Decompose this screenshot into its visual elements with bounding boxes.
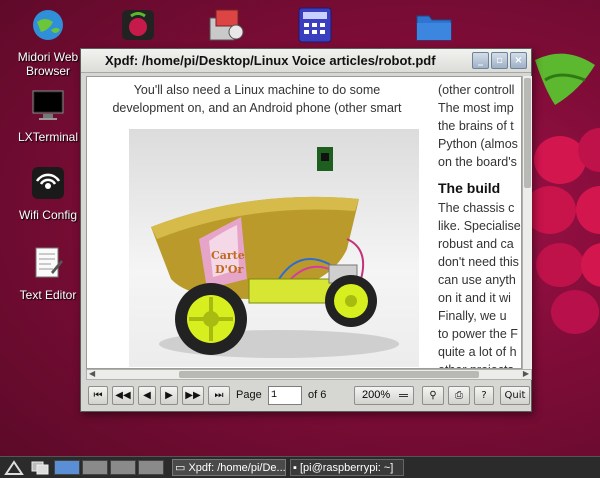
taskbar-terminal-label: [pi@raspberrypi: ~] xyxy=(299,462,394,474)
text-editor-icon xyxy=(35,247,63,278)
desktop-icon-midori[interactable]: Midori Web Browser xyxy=(8,8,88,78)
text-line: quite a lot of h xyxy=(438,345,517,359)
back-ten-pages-button[interactable]: ◀◀ xyxy=(112,386,134,405)
wifi-icon xyxy=(32,167,64,199)
text-line: other projects xyxy=(438,361,521,368)
terminal-icon xyxy=(32,90,64,120)
text-line: The chassis c xyxy=(438,201,515,215)
desktop-icon-wifi[interactable]: Wifi Config xyxy=(8,166,88,222)
dropdown-icon xyxy=(399,394,408,397)
xpdf-window[interactable]: Xpdf: /home/pi/Desktop/Linux Voice artic… xyxy=(80,48,532,412)
midori-browser-icon xyxy=(33,10,63,40)
pdf-viewport[interactable]: You'll also need a Linux machine to do s… xyxy=(86,76,522,369)
left-arrow-icon: ◀ xyxy=(143,390,151,401)
desktop-switcher-2[interactable] xyxy=(82,460,108,475)
vertical-scrollbar[interactable] xyxy=(522,76,532,369)
text-line: The most imp xyxy=(438,101,514,115)
printer-icon: ⎙ xyxy=(455,390,463,401)
taskbar-xpdf-label: Xpdf: /home/pi/De... xyxy=(188,462,286,474)
text-line: robust and ca xyxy=(438,237,514,251)
zoom-value: 200% xyxy=(362,389,391,401)
window-titlebar[interactable]: Xpdf: /home/pi/Desktop/Linux Voice artic… xyxy=(81,49,531,73)
text-line: on it and it wi xyxy=(438,291,511,305)
windows-icon xyxy=(31,461,49,475)
desktop-icon-lxterminal[interactable]: LXTerminal xyxy=(8,88,88,144)
quit-button[interactable]: Quit xyxy=(500,386,530,405)
double-right-arrow-icon: ▶▶ xyxy=(185,390,201,401)
vertical-scroll-thumb[interactable] xyxy=(524,78,531,188)
print-button[interactable]: ⎙ xyxy=(448,386,470,405)
menu-button[interactable] xyxy=(4,459,24,476)
right-arrow-icon: ▶ xyxy=(165,390,173,401)
svg-text:Carte: Carte xyxy=(211,249,245,262)
page-column-2: (other controll The most imp the brains … xyxy=(438,81,521,368)
taskbar-terminal[interactable]: ▪ [pi@raspberrypi: ~] xyxy=(290,459,404,476)
text-line: can use anyth xyxy=(438,273,516,287)
first-page-icon: ⏮ xyxy=(93,390,103,401)
first-page-button[interactable]: ⏮ xyxy=(88,386,108,405)
page-column-1: You'll also need a Linux machine to do s… xyxy=(87,81,427,117)
last-page-icon: ⏭ xyxy=(214,390,224,401)
xpdf-toolbar: ⏮ ◀◀ ◀ ▶ ▶▶ ⏭ Page 1 of 6 200% ⚲ ⎙ ? Qui… xyxy=(86,384,532,408)
package-manager-icon[interactable] xyxy=(206,6,246,44)
text-line: Python (almos xyxy=(438,137,518,151)
zoom-select[interactable]: 200% xyxy=(354,386,414,405)
desktop-switcher-3[interactable] xyxy=(110,460,136,475)
next-page-button[interactable]: ▶ xyxy=(160,386,178,405)
text-line: on the board's xyxy=(438,155,517,169)
section-heading: The build xyxy=(438,180,501,196)
page-label: Page xyxy=(236,389,262,401)
page-number-input[interactable]: 1 xyxy=(268,386,302,405)
scroll-right-arrow-icon[interactable]: ▶ xyxy=(523,369,529,378)
about-button[interactable]: ? xyxy=(474,386,494,405)
robot-photo: Carte D'Or xyxy=(129,129,419,367)
wifi-label: Wifi Config xyxy=(18,208,77,222)
window-title: Xpdf: /home/pi/Desktop/Linux Voice artic… xyxy=(105,53,436,68)
text-editor-label: Text Editor xyxy=(19,288,77,302)
find-button[interactable]: ⚲ xyxy=(422,386,444,405)
text-line: (other controll xyxy=(438,83,515,97)
binoculars-icon: ⚲ xyxy=(429,390,437,401)
raspberry-pi-store-icon[interactable] xyxy=(118,6,158,44)
desktop-switcher-4[interactable] xyxy=(138,460,164,475)
text-line: to power the F xyxy=(438,327,518,341)
minimize-button[interactable]: _ xyxy=(472,52,489,69)
midori-label-line2: Browser xyxy=(25,64,70,78)
desktop-icon-text-editor[interactable]: Text Editor xyxy=(8,246,88,302)
raspberry-menu-icon xyxy=(4,460,24,475)
text-line: You'll also need a Linux machine to do s… xyxy=(133,83,381,97)
text-line: like. Specialise xyxy=(438,219,521,233)
text-line: Finally, we u xyxy=(438,309,507,323)
desktop-switcher-1[interactable] xyxy=(54,460,80,475)
horizontal-scrollbar[interactable]: ◀ ▶ xyxy=(86,369,532,380)
close-button[interactable]: × xyxy=(510,52,527,69)
maximize-button[interactable]: ▫ xyxy=(491,52,508,69)
text-line: the brains of t xyxy=(438,119,514,133)
previous-page-button[interactable]: ◀ xyxy=(138,386,156,405)
lxterminal-label: LXTerminal xyxy=(17,130,79,144)
question-icon: ? xyxy=(481,390,487,401)
scroll-left-arrow-icon[interactable]: ◀ xyxy=(89,369,95,378)
double-left-arrow-icon: ◀◀ xyxy=(115,390,131,401)
taskbar-xpdf[interactable]: ▭ Xpdf: /home/pi/De... xyxy=(172,459,286,476)
svg-text:D'Or: D'Or xyxy=(215,263,243,276)
horizontal-scroll-thumb[interactable] xyxy=(179,371,479,378)
text-line: don't need this xyxy=(438,255,519,269)
forward-ten-pages-button[interactable]: ▶▶ xyxy=(182,386,204,405)
last-page-button[interactable]: ⏭ xyxy=(208,386,230,405)
window-icon: ▭ xyxy=(175,462,186,474)
text-line: development on, and an Android phone (ot… xyxy=(112,101,402,115)
terminal-small-icon: ▪ xyxy=(293,462,297,474)
folder-icon[interactable] xyxy=(414,6,454,44)
midori-label-line1: Midori Web xyxy=(17,50,79,64)
taskbar: ▭ Xpdf: /home/pi/De... ▪ [pi@raspberrypi… xyxy=(0,456,600,478)
page-count-label: of 6 xyxy=(308,389,327,401)
calculator-icon[interactable] xyxy=(296,6,336,44)
show-desktop-button[interactable] xyxy=(30,459,50,476)
